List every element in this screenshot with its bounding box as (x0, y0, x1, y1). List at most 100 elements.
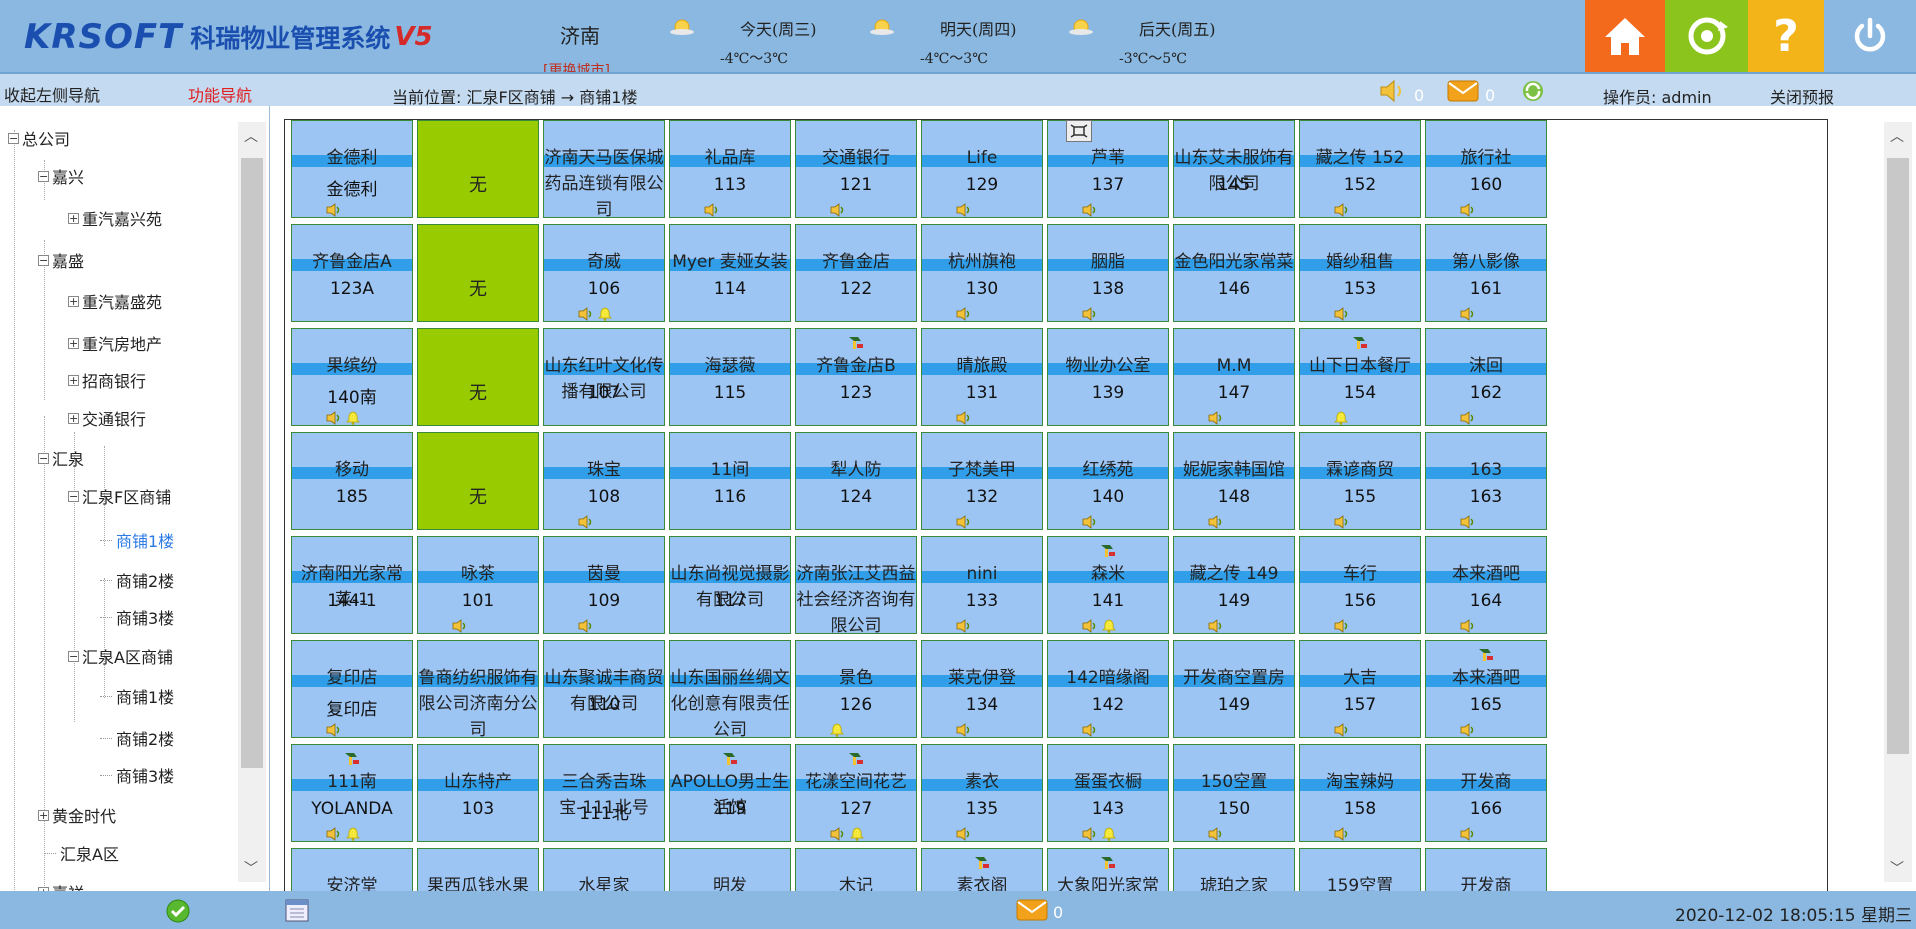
speaker-icon[interactable] (1378, 78, 1408, 104)
tree-node[interactable]: − 嘉盛 (38, 248, 84, 272)
change-city-link[interactable]: [更换城市] (543, 60, 610, 72)
collapse-icon[interactable]: − (38, 254, 49, 266)
tree-node[interactable]: 汇泉A区 (44, 841, 119, 865)
collapse-icon[interactable]: − (38, 170, 49, 182)
tree-node[interactable]: + 重汽嘉盛苑 (68, 289, 162, 313)
shop-cell[interactable]: 山东尚视觉摄影有限公司 117 (669, 536, 791, 634)
shop-cell[interactable]: 子梵美甲 132 (921, 432, 1043, 530)
shop-cell[interactable]: 山东红叶文化传播有限公司 107 (543, 328, 665, 426)
tree-node[interactable]: +嘉祥 (38, 880, 84, 891)
shop-cell[interactable]: 山东艾未服饰有限公司 145 (1173, 120, 1295, 218)
shop-cell[interactable]: 163 163 (1425, 432, 1547, 530)
shop-cell[interactable]: 莱克伊登 134 (921, 640, 1043, 738)
shop-cell[interactable]: 奇威 106 (543, 224, 665, 322)
tree-node[interactable]: − 汇泉 (38, 446, 84, 470)
shop-cell[interactable]: 齐鲁金店A 123A (291, 224, 413, 322)
shop-cell[interactable]: 150空置 150 (1173, 744, 1295, 842)
shop-cell[interactable]: 交通银行 121 (795, 120, 917, 218)
tree-node[interactable]: + 重汽嘉兴苑 (68, 206, 162, 230)
tree-node[interactable]: 商铺2楼 (100, 568, 174, 592)
tree-node[interactable]: + 交通银行 (68, 406, 146, 430)
tree-node[interactable]: + 重汽房地产 (68, 331, 162, 355)
shop-cell[interactable]: 142暗缘阁 142 (1047, 640, 1169, 738)
shop-cell[interactable]: 物业办公室 139 (1047, 328, 1169, 426)
shop-cell[interactable]: 鲁商纺织服饰有限公司济南分公司 (417, 640, 539, 738)
shop-cell[interactable]: 山东特产 103 (417, 744, 539, 842)
shop-cell[interactable]: 海瑟薇 115 (669, 328, 791, 426)
shop-cell[interactable]: 胭脂 138 (1047, 224, 1169, 322)
collapse-icon[interactable]: − (38, 452, 49, 464)
shop-cell[interactable]: 素衣 135 (921, 744, 1043, 842)
shop-cell[interactable]: 开发商空置房 149 (1173, 640, 1295, 738)
home-button[interactable] (1585, 0, 1665, 72)
shop-cell[interactable]: 礼品库 113 (669, 120, 791, 218)
shop-cell[interactable]: 杭州旗袍 130 (921, 224, 1043, 322)
shop-cell[interactable]: 茵曼 109 (543, 536, 665, 634)
shop-cell[interactable]: 齐鲁金店B 123 (795, 328, 917, 426)
shop-cell[interactable]: 红绣苑 140 (1047, 432, 1169, 530)
shop-cell[interactable]: 111南 YOLANDA (291, 744, 413, 842)
calendar-icon[interactable] (284, 897, 310, 923)
shop-cell[interactable]: 大吉 157 (1299, 640, 1421, 738)
tree-node[interactable]: 商铺3楼 (100, 763, 174, 787)
shop-cell[interactable]: 济南张江艾西益社会经济咨询有限公司 (795, 536, 917, 634)
shop-cell[interactable]: APOLLO男士生活馆 119 (669, 744, 791, 842)
expand-icon[interactable]: + (68, 212, 79, 224)
shop-cell[interactable]: 三合秀吉珠宝-111北号 111北 (543, 744, 665, 842)
tree-node[interactable]: 商铺2楼 (100, 726, 174, 750)
expand-icon[interactable]: + (68, 337, 79, 349)
help-button[interactable]: ? (1748, 0, 1824, 72)
shop-cell-empty[interactable]: 无 (417, 432, 539, 530)
chevron-down-icon[interactable]: ﹀ (244, 858, 258, 878)
shop-cell[interactable]: 藏之传 149 149 (1173, 536, 1295, 634)
check-icon[interactable] (165, 898, 191, 924)
shop-cell[interactable]: nini 133 (921, 536, 1043, 634)
sync-icon[interactable] (1518, 78, 1548, 104)
shop-cell[interactable]: 妮妮家韩国馆 148 (1173, 432, 1295, 530)
shop-cell[interactable]: 本来酒吧 165 (1425, 640, 1547, 738)
chevron-up-icon[interactable]: ︿ (244, 126, 258, 146)
shop-cell[interactable]: 咏茶 101 (417, 536, 539, 634)
scrollbar-thumb[interactable] (1887, 158, 1909, 754)
shop-cell[interactable]: 果缤纷 140南 (291, 328, 413, 426)
shop-cell[interactable]: 山下日本餐厅 154 (1299, 328, 1421, 426)
expand-icon[interactable]: + (68, 295, 79, 307)
tree-node[interactable]: + 黄金时代 (38, 803, 116, 827)
tree-node[interactable]: − 总公司 (8, 126, 70, 150)
shop-cell[interactable]: 山东聚诚丰商贸有限公司 110 (543, 640, 665, 738)
main-scrollbar[interactable]: ︿ ﹀ (1884, 122, 1912, 882)
shop-cell[interactable]: 开发商 166 (1425, 744, 1547, 842)
tree-node[interactable]: − 嘉兴 (38, 164, 84, 188)
shop-cell[interactable]: 藏之传 152 152 (1299, 120, 1421, 218)
collapse-icon[interactable]: − (68, 490, 79, 502)
fullscreen-button[interactable] (1066, 120, 1092, 142)
chevron-up-icon[interactable]: ︿ (1890, 126, 1904, 146)
shop-cell[interactable]: Life 129 (921, 120, 1043, 218)
expand-icon[interactable]: + (68, 374, 79, 386)
shop-cell[interactable]: 婚纱租售 153 (1299, 224, 1421, 322)
logout-button[interactable] (1824, 0, 1916, 72)
shop-cell[interactable]: 沫回 162 (1425, 328, 1547, 426)
tree-node[interactable]: 商铺3楼 (100, 605, 174, 629)
shop-cell[interactable]: M.M 147 (1173, 328, 1295, 426)
tree-node[interactable]: − 汇泉A区商铺 (68, 644, 173, 668)
shop-cell[interactable]: 花漾空间花艺 127 (795, 744, 917, 842)
shop-cell[interactable]: 本来酒吧 164 (1425, 536, 1547, 634)
shop-cell-empty[interactable]: 无 (417, 224, 539, 322)
shop-cell[interactable]: 山东国丽丝绸文化创意有限责任公司 (669, 640, 791, 738)
shop-cell[interactable]: 金德利 金德利 (291, 120, 413, 218)
shop-cell[interactable]: 珠宝 108 (543, 432, 665, 530)
scrollbar-thumb[interactable] (241, 158, 263, 768)
shop-cell[interactable]: Myer 麦娅女装 114 (669, 224, 791, 322)
close-forecast-link[interactable]: 关闭预报 (1770, 84, 1834, 108)
shop-cell[interactable]: 蛋蛋衣橱 143 (1047, 744, 1169, 842)
shop-cell[interactable]: 移动 185 (291, 432, 413, 530)
shop-cell[interactable]: 淘宝辣妈 158 (1299, 744, 1421, 842)
chevron-down-icon[interactable]: ﹀ (1890, 858, 1904, 878)
function-nav-link[interactable]: 功能导航 (188, 82, 252, 106)
shop-cell[interactable]: 齐鲁金店 122 (795, 224, 917, 322)
tree-node[interactable]: 商铺1楼 (100, 528, 174, 552)
shop-cell[interactable]: 犁人防 124 (795, 432, 917, 530)
shop-cell[interactable]: 车行 156 (1299, 536, 1421, 634)
collapse-icon[interactable]: − (8, 132, 19, 144)
